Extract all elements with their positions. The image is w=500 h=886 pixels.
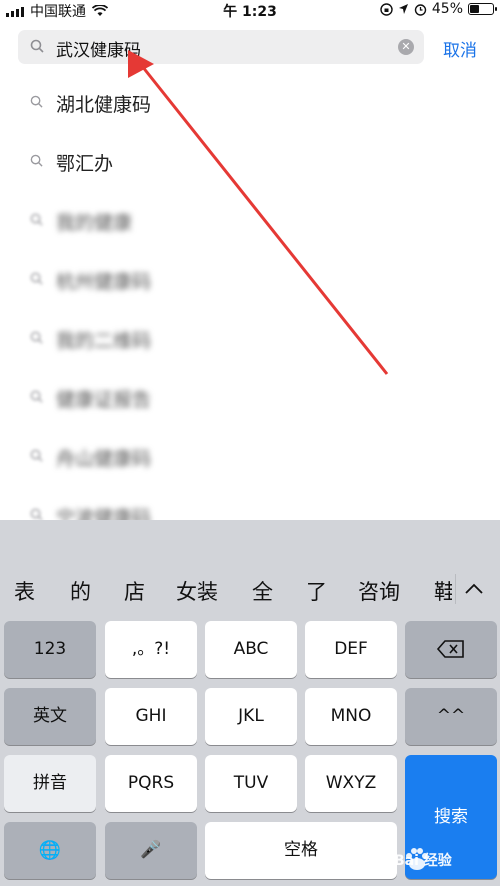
candidate-word[interactable]: 女装 xyxy=(176,576,218,606)
search-key-label: 搜索 xyxy=(434,807,468,827)
key-abc[interactable]: ABC xyxy=(205,621,297,678)
key-def[interactable]: DEF xyxy=(305,621,397,678)
key-pqrs[interactable]: PQRS xyxy=(105,755,197,812)
key-123[interactable]: 123 xyxy=(4,621,96,678)
candidate-word[interactable]: 鞋 xyxy=(434,576,452,606)
microphone-icon: 🎤 xyxy=(140,840,162,860)
candidate-word[interactable]: 咨询 xyxy=(358,576,400,606)
backspace-key[interactable] xyxy=(405,621,497,678)
candidate-divider xyxy=(455,574,456,604)
key-wxyz[interactable]: WXYZ xyxy=(305,755,397,812)
globe-icon: 🌐 xyxy=(38,840,62,861)
chevron-up-icon[interactable] xyxy=(464,582,484,596)
key-mno[interactable]: MNO xyxy=(305,688,397,745)
key-emoticon[interactable]: ^^ xyxy=(405,688,497,745)
candidate-top-bar xyxy=(0,520,500,560)
candidate-word[interactable]: 表 xyxy=(14,576,35,606)
microphone-key[interactable]: 🎤 xyxy=(105,822,197,879)
baidu-watermark: Bai 经验 xyxy=(390,838,498,882)
backspace-icon xyxy=(436,640,464,658)
key-english[interactable]: 英文 xyxy=(4,688,96,745)
candidate-word[interactable]: 了 xyxy=(306,576,327,606)
key-punctuation[interactable]: ,。?! xyxy=(105,621,197,678)
key-pinyin[interactable]: 拼音 xyxy=(4,755,96,812)
candidate-word[interactable]: 店 xyxy=(124,576,145,606)
key-jkl[interactable]: JKL xyxy=(205,688,297,745)
candidate-word[interactable]: 全 xyxy=(252,576,273,606)
key-ghi[interactable]: GHI xyxy=(105,688,197,745)
key-tuv[interactable]: TUV xyxy=(205,755,297,812)
watermark-text: Bai 经验 xyxy=(394,853,452,869)
candidate-word[interactable]: 的 xyxy=(70,576,91,606)
space-key[interactable]: 空格 xyxy=(205,822,397,879)
globe-key[interactable]: 🌐 xyxy=(4,822,96,879)
keyboard: 表 的 店 女装 全 了 咨询 鞋 123 ,。?! ABC DEF 英文 GH… xyxy=(0,520,500,886)
